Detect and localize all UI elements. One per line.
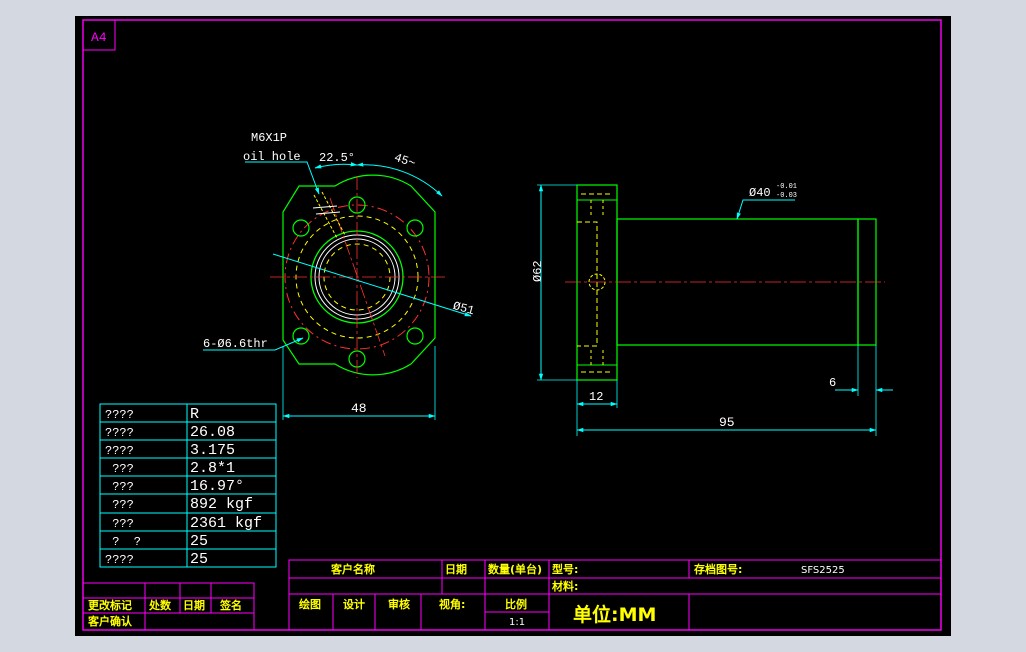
- spec-value: 25: [190, 551, 208, 568]
- title-block: 客户名称 日期 数量(单台) 型号: 存档图号: SFS2525 材料: 绘图 …: [288, 559, 942, 631]
- thread-label: M6X1P: [251, 131, 287, 145]
- holes-label: 6-Ø6.6thr: [203, 337, 268, 351]
- side-view: Ø62 Ø40 -0.01 -0.03 12 6 95: [531, 183, 893, 436]
- oil-leader: [245, 161, 320, 195]
- customer-name-label: 客户名称: [330, 562, 375, 576]
- tolerance-lower: -0.03: [776, 192, 797, 200]
- spec-key: ? ?: [105, 535, 141, 549]
- width-dim-label: 48: [351, 401, 367, 416]
- revision-block: 更改标记 处数 日期 签名 客户确认: [82, 582, 255, 631]
- scale-label: 比例: [505, 597, 527, 611]
- archive-no-value: SFS2525: [801, 565, 845, 576]
- spec-value: 16.97°: [190, 478, 244, 495]
- flange-thk-label: 12: [589, 390, 603, 404]
- date-label: 日期: [445, 562, 467, 576]
- spec-key: ????: [105, 444, 134, 458]
- end-width-label: 6: [829, 376, 836, 390]
- design-label: 设计: [343, 597, 365, 611]
- spec-key: ???: [105, 517, 134, 531]
- spec-value: 26.08: [190, 424, 235, 441]
- overall-length-label: 95: [719, 415, 735, 430]
- customer-confirm-label: 客户确认: [87, 614, 133, 628]
- spec-value: 2361 kgf: [190, 515, 262, 532]
- qty-label: 数量(单台): [488, 562, 542, 576]
- dia40-leader: [736, 199, 795, 220]
- spec-key: ???: [105, 480, 134, 494]
- pcd-label: Ø51: [451, 299, 475, 318]
- shaft-dia-label: Ø40: [749, 186, 771, 200]
- spec-table: ???? ???? ???? ??? ??? ??? ??? ? ? ???? …: [99, 403, 277, 568]
- spec-key: ????: [105, 408, 134, 422]
- spec-key: ???: [105, 498, 134, 512]
- revision-date-label: 日期: [183, 598, 205, 612]
- drawing-sheet: A4 M6X1P oil hole 22.5° 45~ Ø51 6-Ø6.6th…: [75, 16, 951, 636]
- flange-dia-label: Ø62: [531, 260, 545, 282]
- drawn-label: 绘图: [299, 597, 321, 611]
- spec-value: 25: [190, 533, 208, 550]
- tolerance-upper: -0.01: [776, 183, 797, 191]
- material-label: 材料:: [552, 579, 578, 593]
- angle-45-label: 45~: [392, 151, 417, 171]
- view-angle-label: 视角:: [439, 597, 465, 611]
- spec-key: ????: [105, 553, 134, 567]
- spec-key: ???: [105, 462, 134, 476]
- signature-label: 签名: [219, 598, 242, 612]
- change-mark-label: 更改标记: [88, 598, 132, 612]
- spec-key: ????: [105, 426, 134, 440]
- sheet-size-label: A4: [91, 30, 107, 45]
- spec-value: 2.8*1: [190, 460, 235, 477]
- spec-value: 3.175: [190, 442, 235, 459]
- review-label: 审核: [388, 597, 410, 611]
- hidden-bore: [577, 221, 598, 347]
- archive-no-label: 存档图号:: [694, 562, 742, 576]
- location-label: 处数: [148, 598, 172, 612]
- spec-value: R: [190, 406, 199, 423]
- scale-value: 1:1: [509, 617, 525, 628]
- oil-hole-label: oil hole: [243, 150, 301, 164]
- spec-value: 892 kgf: [190, 496, 253, 513]
- cad-drawing: A4 M6X1P oil hole 22.5° 45~ Ø51 6-Ø6.6th…: [82, 19, 942, 631]
- front-view: M6X1P oil hole 22.5° 45~ Ø51 6-Ø6.6thr 4…: [203, 131, 476, 420]
- oil-hole: [312, 191, 346, 239]
- model-label: 型号:: [552, 562, 578, 576]
- angle-22-label: 22.5°: [319, 151, 355, 165]
- unit-label: 单位:MM: [573, 603, 656, 626]
- drawing-border: [82, 19, 942, 631]
